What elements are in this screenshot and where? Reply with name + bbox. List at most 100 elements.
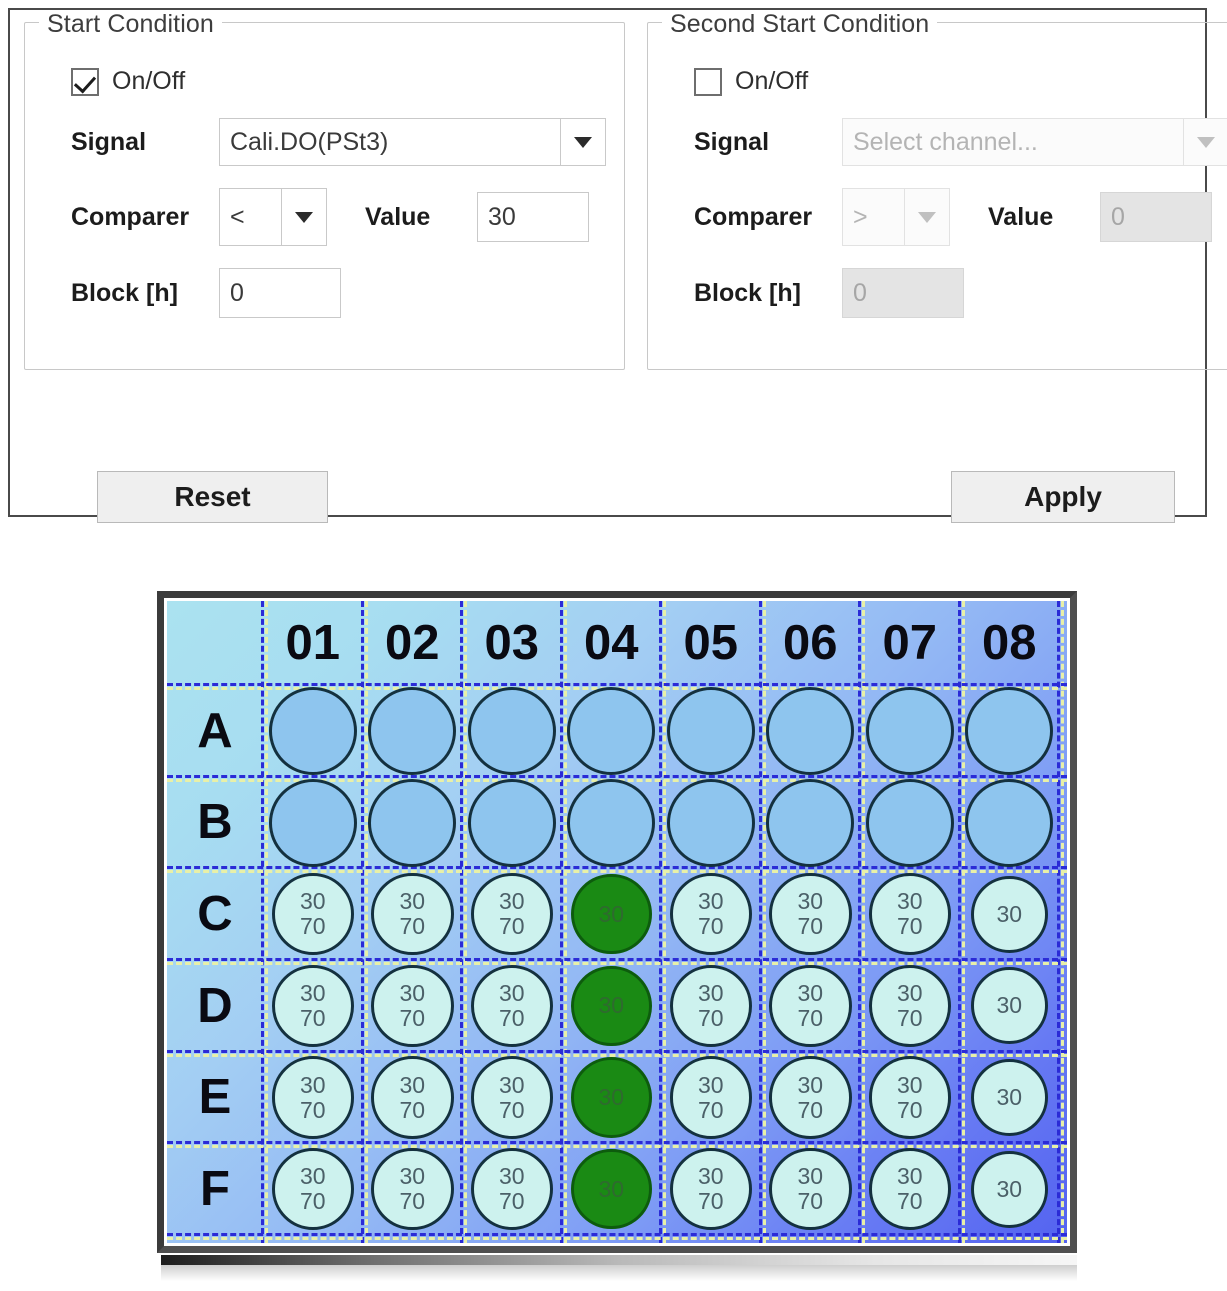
start-condition-value-input[interactable]: 30 <box>477 192 589 242</box>
grid-line-vertical <box>559 601 563 1243</box>
plate-well-value-primary: 30 <box>996 992 1023 1019</box>
plate-well-D07[interactable]: 30 70 <box>868 964 951 1048</box>
start-condition-signal-select[interactable]: Cali.DO(PSt3) <box>219 118 606 166</box>
plate-well-F03[interactable]: 30 70 <box>470 1147 553 1231</box>
plate-well-D01[interactable]: 30 70 <box>271 964 354 1048</box>
plate-well-B01[interactable] <box>268 778 357 867</box>
plate-column-header-02[interactable]: 02 <box>363 601 463 685</box>
plate-well-B04[interactable] <box>567 778 656 867</box>
start-condition-signal-row: Signal Cali.DO(PSt3) <box>71 118 606 166</box>
grid-line-vertical-accent <box>1061 601 1064 1243</box>
plate-well-C02[interactable]: 30 70 <box>371 872 454 956</box>
plate-well-B06[interactable] <box>766 778 855 867</box>
apply-button[interactable]: Apply <box>951 471 1175 523</box>
microplate-grid[interactable]: 01 02 03 04 05 06 07 08 A B C D E F 30 70 30 70 30 70 30 30 70… <box>167 601 1067 1243</box>
plate-well-A04[interactable] <box>567 686 656 775</box>
grid-line-vertical <box>858 601 861 1243</box>
plate-column-header-07[interactable]: 07 <box>860 601 960 685</box>
plate-well-D03[interactable]: 30 70 <box>470 964 553 1048</box>
plate-well-F02[interactable]: 30 70 <box>371 1147 454 1231</box>
microplate-frame: 01 02 03 04 05 06 07 08 A B C D E F 30 70 30 70 30 70 30 30 70… <box>157 591 1077 1253</box>
second-start-condition-onoff-row[interactable]: On/Off <box>694 67 1227 96</box>
plate-well-A01[interactable] <box>268 686 357 775</box>
plate-well-E03[interactable]: 30 70 <box>470 1056 553 1139</box>
plate-well-C08[interactable]: 30 <box>970 875 1048 953</box>
plate-well-A06[interactable] <box>766 686 855 775</box>
plate-well-A05[interactable] <box>666 686 755 775</box>
plate-well-D05[interactable]: 30 70 <box>669 964 752 1048</box>
start-condition-signal-dropdown-button[interactable] <box>560 118 606 166</box>
plate-well-value-primary: 30 <box>299 888 326 915</box>
plate-well-E08[interactable]: 30 <box>970 1059 1048 1136</box>
plate-well-B07[interactable] <box>865 778 954 867</box>
plate-well-E02[interactable]: 30 70 <box>371 1056 454 1139</box>
plate-well-E06[interactable]: 30 70 <box>769 1056 852 1139</box>
plate-well-A03[interactable] <box>467 686 556 775</box>
plate-row-header-F[interactable]: F <box>167 1143 263 1235</box>
second-start-condition-value-input[interactable]: 0 <box>1100 192 1212 242</box>
plate-well-value-secondary: 70 <box>896 1004 923 1031</box>
plate-well-B03[interactable] <box>467 778 556 867</box>
plate-column-header-03[interactable]: 03 <box>462 601 562 685</box>
plate-well-E04[interactable]: 30 <box>570 1057 652 1138</box>
second-start-condition-block-input[interactable]: 0 <box>842 268 964 318</box>
start-condition-onoff-checkbox[interactable] <box>71 67 99 96</box>
plate-well-D04[interactable]: 30 <box>570 965 652 1047</box>
plate-column-header-04[interactable]: 04 <box>562 601 662 685</box>
plate-well-F08[interactable]: 30 <box>970 1150 1048 1228</box>
start-condition-block-row: Block [h] 0 <box>71 268 606 318</box>
grid-line-vertical <box>360 601 364 1243</box>
plate-well-E07[interactable]: 30 70 <box>868 1056 951 1139</box>
plate-well-value-secondary: 70 <box>399 1096 426 1123</box>
plate-well-A08[interactable] <box>965 686 1054 775</box>
plate-well-B05[interactable] <box>666 778 755 867</box>
start-condition-block-input[interactable]: 0 <box>219 268 341 318</box>
plate-row-header-B[interactable]: B <box>167 777 263 869</box>
plate-well-D06[interactable]: 30 70 <box>769 964 852 1048</box>
plate-well-D08[interactable]: 30 <box>970 967 1048 1045</box>
plate-well-F07[interactable]: 30 70 <box>868 1147 951 1231</box>
plate-well-E05[interactable]: 30 70 <box>669 1056 752 1139</box>
plate-well-F05[interactable]: 30 70 <box>669 1147 752 1231</box>
plate-well-B02[interactable] <box>368 778 457 867</box>
second-start-condition-comparer-label: Comparer <box>694 202 813 231</box>
plate-well-F06[interactable]: 30 70 <box>769 1147 852 1231</box>
grid-line-vertical-accent <box>762 601 766 1243</box>
plate-well-B08[interactable] <box>965 778 1054 867</box>
plate-well-C01[interactable]: 30 70 <box>271 872 354 956</box>
second-start-condition-signal-dropdown-button[interactable] <box>1183 118 1227 166</box>
plate-well-value-primary: 30 <box>598 900 625 927</box>
plate-row-header-D[interactable]: D <box>167 960 263 1052</box>
start-condition-legend: Start Condition <box>39 10 222 39</box>
plate-well-C06[interactable]: 30 70 <box>769 872 852 956</box>
second-start-condition-comparer-dropdown-button[interactable] <box>904 188 950 246</box>
second-start-condition-signal-select[interactable]: Select channel... <box>842 118 1227 166</box>
start-condition-comparer-dropdown-button[interactable] <box>281 188 327 246</box>
grid-line-vertical-accent <box>265 601 268 1243</box>
plate-well-F01[interactable]: 30 70 <box>271 1147 354 1231</box>
plate-well-A07[interactable] <box>865 686 954 775</box>
second-start-condition-onoff-checkbox[interactable] <box>694 67 722 96</box>
plate-well-value-primary: 30 <box>299 980 326 1006</box>
plate-row-header-E[interactable]: E <box>167 1052 263 1144</box>
start-condition-comparer-select[interactable]: < <box>219 188 327 246</box>
plate-well-C07[interactable]: 30 70 <box>868 872 951 956</box>
plate-well-A02[interactable] <box>368 686 457 775</box>
second-start-condition-comparer-select[interactable]: > <box>842 188 950 246</box>
plate-column-header-06[interactable]: 06 <box>761 601 861 685</box>
plate-well-D02[interactable]: 30 70 <box>371 964 454 1048</box>
plate-column-header-08[interactable]: 08 <box>960 601 1060 685</box>
start-condition-onoff-row[interactable]: On/Off <box>71 67 606 96</box>
plate-column-header-05[interactable]: 05 <box>661 601 761 685</box>
plate-column-header-01[interactable]: 01 <box>263 601 363 685</box>
plate-well-C03[interactable]: 30 70 <box>470 872 553 956</box>
plate-well-value-secondary: 70 <box>399 1004 426 1031</box>
plate-row-header-A[interactable]: A <box>167 685 263 777</box>
plate-well-value-primary: 30 <box>299 1071 326 1098</box>
plate-well-E01[interactable]: 30 70 <box>271 1056 354 1139</box>
reset-button[interactable]: Reset <box>97 471 328 523</box>
plate-row-header-C[interactable]: C <box>167 868 263 960</box>
plate-well-F04[interactable]: 30 <box>570 1148 652 1230</box>
plate-well-C04[interactable]: 30 <box>570 873 652 955</box>
plate-well-C05[interactable]: 30 70 <box>669 872 752 956</box>
